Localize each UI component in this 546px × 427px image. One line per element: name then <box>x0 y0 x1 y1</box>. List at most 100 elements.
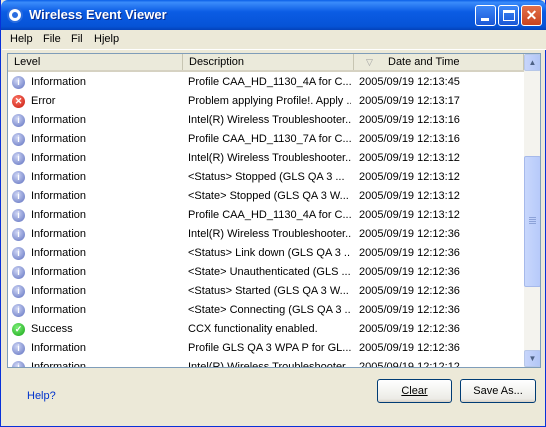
table-row[interactable]: i Information <Status> Link down (GLS QA 3… <box>8 244 524 263</box>
date-cell: 2005/09/19 12:13:12 <box>359 171 460 183</box>
level-cell: i Information <box>12 358 180 368</box>
description-cell: Intel(R) Wireless Troubleshooter... <box>188 361 351 368</box>
description-cell: Intel(R) Wireless Troubleshooter... <box>188 114 351 126</box>
info-icon: i <box>12 266 25 279</box>
description-cell: Intel(R) Wireless Troubleshooter... <box>188 152 351 164</box>
description-cell: <State> Unauthenticated (GLS ... <box>188 266 351 278</box>
date-cell: 2005/09/19 12:12:36 <box>359 285 460 297</box>
table-row[interactable]: i Information <State> Connecting (GLS QA 3… <box>8 301 524 320</box>
minimize-icon <box>481 18 489 21</box>
level-cell: ✓ Success <box>12 320 180 339</box>
menu-hjelp[interactable]: Hjelp <box>94 33 119 45</box>
description-cell: <Status> Stopped (GLS QA 3 ... <box>188 171 345 183</box>
date-cell: 2005/09/19 12:13:12 <box>359 152 460 164</box>
table-row[interactable]: i Information Intel(R) Wireless Troublesho… <box>8 358 524 368</box>
scroll-up-icon: ▲ <box>528 58 537 67</box>
level-cell: i Information <box>12 244 180 263</box>
menu-file[interactable]: File <box>43 33 61 45</box>
table-row[interactable]: ✕ Error Problem applying Profile!. Apply .… <box>8 92 524 111</box>
date-cell: 2005/09/19 12:13:12 <box>359 190 460 202</box>
menu-fil[interactable]: Fil <box>71 33 83 45</box>
info-icon: i <box>12 361 25 367</box>
level-cell: i Information <box>12 206 180 225</box>
info-icon: i <box>12 247 25 260</box>
description-cell: <State> Connecting (GLS QA 3 ... <box>188 304 351 316</box>
table-row[interactable]: i Information <Status> Stopped (GLS QA 3 .… <box>8 168 524 187</box>
level-text: Information <box>31 342 87 354</box>
level-cell: i Information <box>12 263 180 282</box>
vertical-scrollbar[interactable]: ▲ ▼ <box>524 54 540 367</box>
level-cell: i Information <box>12 111 180 130</box>
event-list[interactable]: Level Description ▽ Date and Time i Infor… <box>7 53 541 368</box>
list-header: Level Description ▽ Date and Time <box>8 54 524 72</box>
table-row[interactable]: i Information Intel(R) Wireless Troublesho… <box>8 149 524 168</box>
date-cell: 2005/09/19 12:12:36 <box>359 304 460 316</box>
level-text: Information <box>31 171 87 183</box>
title-bar[interactable]: Wireless Event Viewer ✕ <box>1 0 546 30</box>
table-row[interactable]: i Information <State> Unauthenticated (GLS… <box>8 263 524 282</box>
info-icon: i <box>12 133 25 146</box>
save-as-button[interactable]: Save As... <box>460 379 536 403</box>
info-icon: i <box>12 342 25 355</box>
table-row[interactable]: i Information Profile CAA_HD_1130_4A for C… <box>8 73 524 92</box>
level-text: Information <box>31 285 87 297</box>
level-cell: i Information <box>12 225 180 244</box>
table-row[interactable]: i Information Profile CAA_HD_1130_4A for C… <box>8 206 524 225</box>
maximize-button[interactable] <box>498 5 519 26</box>
column-header-level[interactable]: Level <box>8 54 183 70</box>
level-cell: i Information <box>12 187 180 206</box>
window-title: Wireless Event Viewer <box>29 7 167 22</box>
level-text: Information <box>31 247 87 259</box>
description-cell: Profile CAA_HD_1130_7A for C... <box>188 133 351 145</box>
level-text: Information <box>31 361 87 368</box>
level-text: Information <box>31 266 87 278</box>
table-row[interactable]: i Information Intel(R) Wireless Troublesho… <box>8 111 524 130</box>
sort-descending-icon: ▽ <box>366 57 373 67</box>
level-cell: i Information <box>12 282 180 301</box>
grip-icon <box>529 217 536 218</box>
description-cell: Profile CAA_HD_1130_4A for C... <box>188 209 351 221</box>
date-cell: 2005/09/19 12:13:16 <box>359 114 460 126</box>
level-cell: i Information <box>12 301 180 320</box>
column-header-date-label: Date and Time <box>388 56 460 68</box>
level-text: Information <box>31 209 87 221</box>
clear-button-label: Clear <box>401 385 428 397</box>
date-cell: 2005/09/19 12:13:12 <box>359 209 460 221</box>
menu-help[interactable]: Help <box>10 33 33 45</box>
table-row[interactable]: i Information Intel(R) Wireless Troublesho… <box>8 225 524 244</box>
scroll-up-button[interactable]: ▲ <box>524 54 540 71</box>
level-text: Information <box>31 228 87 240</box>
description-cell: CCX functionality enabled. <box>188 323 318 335</box>
menu-bar: Help File Fil Hjelp <box>2 30 546 50</box>
level-text: Error <box>31 95 56 107</box>
column-header-description[interactable]: Description <box>183 54 354 70</box>
help-link[interactable]: Help? <box>27 390 56 402</box>
scroll-thumb[interactable] <box>524 156 540 287</box>
scroll-down-button[interactable]: ▼ <box>524 350 540 367</box>
level-cell: i Information <box>12 339 180 358</box>
table-row[interactable]: i Information <State> Stopped (GLS QA 3 W.… <box>8 187 524 206</box>
level-cell: ✕ Error <box>12 92 180 111</box>
level-text: Information <box>31 190 87 202</box>
column-header-date[interactable]: ▽ Date and Time <box>354 54 524 70</box>
save-as-button-label: Save As... <box>473 385 523 397</box>
level-text: Information <box>31 76 87 88</box>
description-cell: <Status> Started (GLS QA 3 W... <box>188 285 349 297</box>
table-row[interactable]: i Information Profile GLS QA 3 WPA P for G… <box>8 339 524 358</box>
wireless-event-viewer-window: Wireless Event Viewer ✕ Help File Fil Hj… <box>0 0 546 427</box>
clear-button[interactable]: Clear <box>377 379 452 403</box>
level-cell: i Information <box>12 73 180 92</box>
date-cell: 2005/09/19 12:12:12 <box>359 361 460 368</box>
description-cell: Profile GLS QA 3 WPA P for GL... <box>188 342 351 354</box>
maximize-icon <box>503 10 515 21</box>
level-cell: i Information <box>12 168 180 187</box>
close-icon: ✕ <box>525 7 538 23</box>
info-icon: i <box>12 228 25 241</box>
table-row[interactable]: i Information <Status> Started (GLS QA 3 W… <box>8 282 524 301</box>
table-row[interactable]: ✓ Success CCX functionality enabled. 2005/0… <box>8 320 524 339</box>
table-row[interactable]: i Information Profile CAA_HD_1130_7A for C… <box>8 130 524 149</box>
info-icon: i <box>12 304 25 317</box>
success-icon: ✓ <box>12 323 25 336</box>
minimize-button[interactable] <box>475 5 496 26</box>
close-button[interactable]: ✕ <box>521 5 542 26</box>
